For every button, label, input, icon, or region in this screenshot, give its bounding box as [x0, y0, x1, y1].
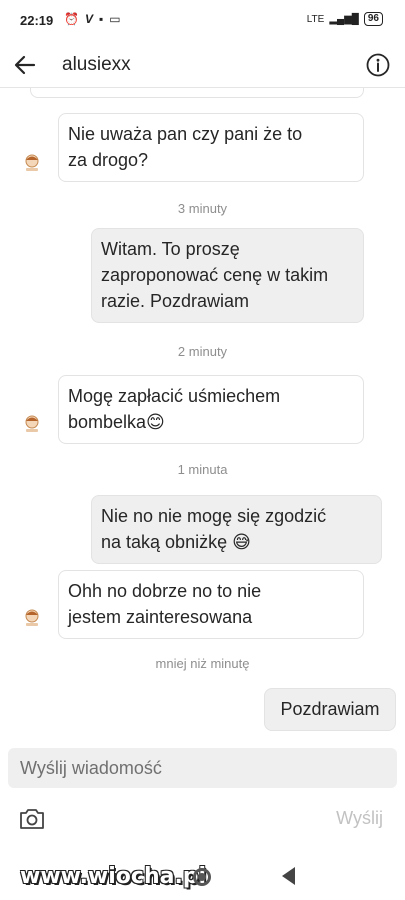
message-input[interactable] [8, 748, 397, 788]
avatar[interactable] [20, 151, 44, 175]
message-line: Witam. To proszę [101, 239, 240, 259]
home-button-icon[interactable] [193, 868, 211, 886]
message-line: Nie uważa pan czy pani że to [68, 124, 303, 144]
message-line: Ohh no dobrze no to nie [68, 581, 262, 601]
timestamp: mniej niż minutę [155, 656, 250, 671]
message-composer [8, 748, 397, 788]
info-circle-icon[interactable] [365, 52, 391, 78]
arrow-left-icon[interactable] [12, 52, 38, 78]
status-time: 22:19 [20, 13, 54, 28]
message-line: razie. Pozdrawiam [101, 291, 250, 311]
signal-icon: ▂▄▆█ [329, 13, 359, 25]
timestamp: 1 minuta [177, 462, 228, 477]
composer-toolbar: Wyślij [0, 800, 405, 840]
status-right: LTE ▂▄▆█ 96 [307, 12, 383, 26]
incoming-message[interactable]: Ohh no dobrze no to nie jestem zainteres… [58, 570, 364, 639]
status-icons: ⏰ V ▪ ▭ [64, 12, 121, 26]
camera-icon[interactable] [18, 806, 46, 832]
battery-icon: 96 [363, 12, 383, 26]
v-icon: V [84, 12, 93, 26]
system-navigation-bar: www.wiocha.pl [0, 852, 405, 900]
outgoing-message[interactable]: Nie no nie mogę się zgodzić na taką obni… [91, 495, 382, 564]
message-line: bombelka😊 [68, 412, 165, 432]
message-line: Mogę zapłacić uśmiechem [68, 386, 281, 406]
outgoing-message[interactable]: Pozdrawiam [264, 688, 396, 731]
message-line: na taką obniżkę 😅 [101, 532, 251, 552]
avatar[interactable] [20, 606, 44, 630]
network-label: LTE [306, 13, 325, 25]
conversation-title[interactable]: alusiexx [62, 54, 131, 76]
gallery-icon: ▭ [109, 12, 121, 26]
message-line: za drogo? [68, 150, 149, 170]
incoming-message[interactable]: Mogę zapłacić uśmiechem bombelka😊 [58, 375, 364, 444]
status-bar: 22:19 ⏰ V ▪ ▭ LTE ▂▄▆█ 96 [0, 0, 405, 42]
message-thread[interactable]: Nie uważa pan czy pani że to za drogo? 3… [0, 88, 405, 738]
timestamp: 3 minuty [177, 201, 228, 216]
avatar[interactable] [20, 412, 44, 436]
message-line: jestem zainteresowana [68, 607, 253, 627]
message-bubble-partial [30, 88, 364, 98]
watermark-logo: www.wiocha.pl [20, 864, 207, 889]
back-triangle-icon[interactable] [282, 867, 295, 885]
timestamp: 2 minuty [177, 344, 228, 359]
message-line: Pozdrawiam [280, 699, 380, 719]
incoming-message[interactable]: Nie uważa pan czy pani że to za drogo? [58, 113, 364, 182]
message-line: Nie no nie mogę się zgodzić [101, 506, 327, 526]
alarm-icon: ⏰ [64, 12, 79, 26]
message-line: zaproponować cenę w takim [101, 265, 329, 285]
outgoing-message[interactable]: Witam. To proszę zaproponować cenę w tak… [91, 228, 364, 323]
send-button[interactable]: Wyślij [336, 808, 383, 829]
notification-icon: ▪ [98, 12, 104, 26]
chat-header: alusiexx [0, 42, 405, 88]
